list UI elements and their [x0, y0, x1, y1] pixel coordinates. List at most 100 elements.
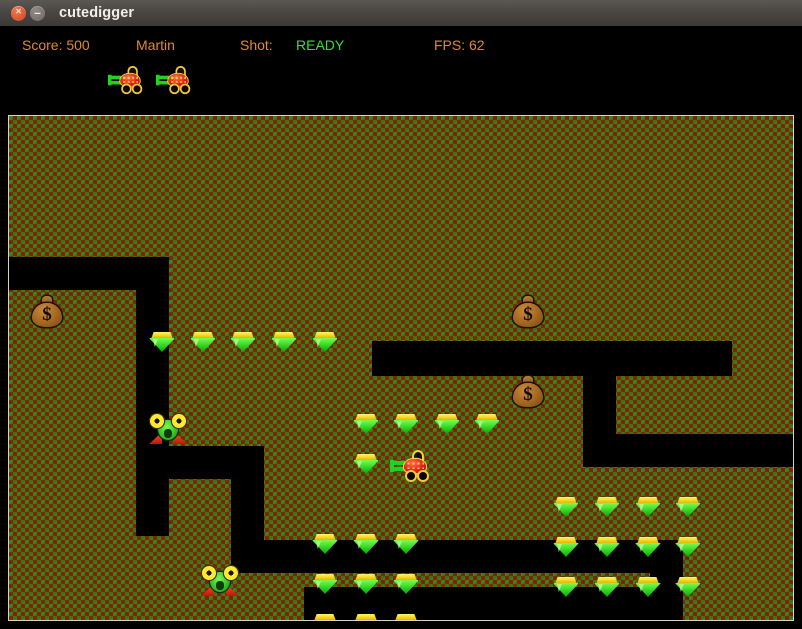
- gem-outline: [190, 332, 216, 354]
- fps-display: FPS: 62: [434, 37, 485, 53]
- monster-mouth: [216, 581, 224, 590]
- score-display: Score: 500: [22, 37, 90, 53]
- emerald-gem: [353, 572, 379, 596]
- emerald-gem: [353, 612, 379, 620]
- monster-eye: [224, 566, 238, 580]
- emerald-gem: [312, 330, 338, 354]
- gem-outline: [675, 497, 701, 519]
- player-digger-vehicle: [390, 450, 432, 482]
- emerald-gem: [393, 612, 419, 620]
- close-window-button[interactable]: ×: [11, 5, 26, 21]
- cutedigger-window: × – cutedigger Score: 500 Martin Shot: R…: [0, 0, 802, 629]
- monster-mouth: [164, 429, 172, 438]
- emerald-gem: [271, 330, 297, 354]
- emerald-gem: [149, 330, 175, 354]
- emerald-gem: [635, 495, 661, 519]
- minimize-icon: –: [34, 5, 41, 20]
- car-gun-upper: [108, 75, 122, 80]
- emerald-gem: [474, 412, 500, 436]
- money-bag: $: [31, 294, 63, 328]
- car-wheel: [121, 83, 132, 95]
- emerald-gem: [675, 535, 701, 559]
- car-wheel: [169, 83, 180, 95]
- car-wheel: [417, 470, 429, 482]
- enemy-monster: [200, 564, 240, 598]
- emerald-gem: [393, 572, 419, 596]
- monster-eye: [202, 566, 216, 580]
- gem-outline: [635, 577, 661, 599]
- emerald-gem: [594, 535, 620, 559]
- emerald-gem: [675, 495, 701, 519]
- emerald-gem: [312, 612, 338, 620]
- dollar-sign-icon: $: [523, 384, 533, 405]
- gem-outline: [393, 614, 419, 620]
- life-icon: [156, 66, 191, 95]
- gem-outline: [353, 614, 379, 620]
- gem-outline: [635, 537, 661, 559]
- gem-outline: [353, 414, 379, 436]
- emerald-gem: [230, 330, 256, 354]
- emerald-gem: [393, 532, 419, 556]
- emerald-gem: [553, 575, 579, 599]
- car-gun-upper: [156, 75, 170, 80]
- gem-outline: [393, 534, 419, 556]
- emerald-gem: [594, 495, 620, 519]
- emerald-gem: [635, 575, 661, 599]
- car-rivets: [170, 75, 186, 83]
- playfield-border: $$$$$: [8, 115, 794, 621]
- monster-eye: [172, 414, 186, 428]
- emerald-gem: [190, 330, 216, 354]
- shot-label: Shot:: [240, 37, 273, 53]
- gem-outline: [553, 577, 579, 599]
- emerald-gem: [635, 535, 661, 559]
- emerald-gem: [353, 452, 379, 476]
- gem-outline: [393, 414, 419, 436]
- gem-outline: [312, 332, 338, 354]
- window-titlebar: × – cutedigger: [0, 0, 802, 27]
- gem-outline: [553, 537, 579, 559]
- gem-outline: [353, 454, 379, 476]
- emerald-gem: [553, 495, 579, 519]
- player-name-display: Martin: [136, 37, 175, 53]
- tunnel-center-horizontal: [372, 341, 732, 376]
- playfield: $$$$$: [9, 116, 793, 620]
- car-rivets: [406, 461, 424, 469]
- gem-outline: [675, 537, 701, 559]
- emerald-gem: [553, 535, 579, 559]
- lives-display: [108, 66, 192, 95]
- gem-outline: [271, 332, 297, 354]
- gem-outline: [553, 497, 579, 519]
- life-icon: [108, 66, 143, 95]
- window-title: cutedigger: [59, 5, 135, 21]
- gem-outline: [434, 414, 460, 436]
- minimize-window-button[interactable]: –: [30, 5, 45, 21]
- gem-outline: [594, 537, 620, 559]
- money-bag: $: [512, 294, 544, 328]
- emerald-gem: [434, 412, 460, 436]
- close-icon: ×: [15, 6, 22, 18]
- money-bag: $: [512, 374, 544, 408]
- car-wheel: [179, 83, 191, 95]
- dollar-sign-icon: $: [42, 304, 52, 325]
- gem-outline: [474, 414, 500, 436]
- gem-outline: [635, 497, 661, 519]
- car-wheel: [405, 470, 417, 482]
- emerald-gem: [675, 575, 701, 599]
- emerald-gem: [353, 532, 379, 556]
- gem-outline: [353, 534, 379, 556]
- monster-eye: [150, 414, 164, 428]
- gem-outline: [594, 577, 620, 599]
- car-gun-lower: [391, 467, 405, 471]
- emerald-gem: [312, 572, 338, 596]
- gem-outline: [353, 574, 379, 596]
- car-gun-upper: [391, 461, 405, 465]
- gem-outline: [230, 332, 256, 354]
- shot-status: READY: [296, 37, 345, 53]
- tunnel-right-bottom-horizontal: [583, 434, 793, 467]
- gem-outline: [594, 497, 620, 519]
- gem-outline: [312, 574, 338, 596]
- emerald-gem: [312, 532, 338, 556]
- gem-outline: [149, 332, 175, 354]
- gem-outline: [393, 574, 419, 596]
- enemy-monster: [148, 412, 188, 446]
